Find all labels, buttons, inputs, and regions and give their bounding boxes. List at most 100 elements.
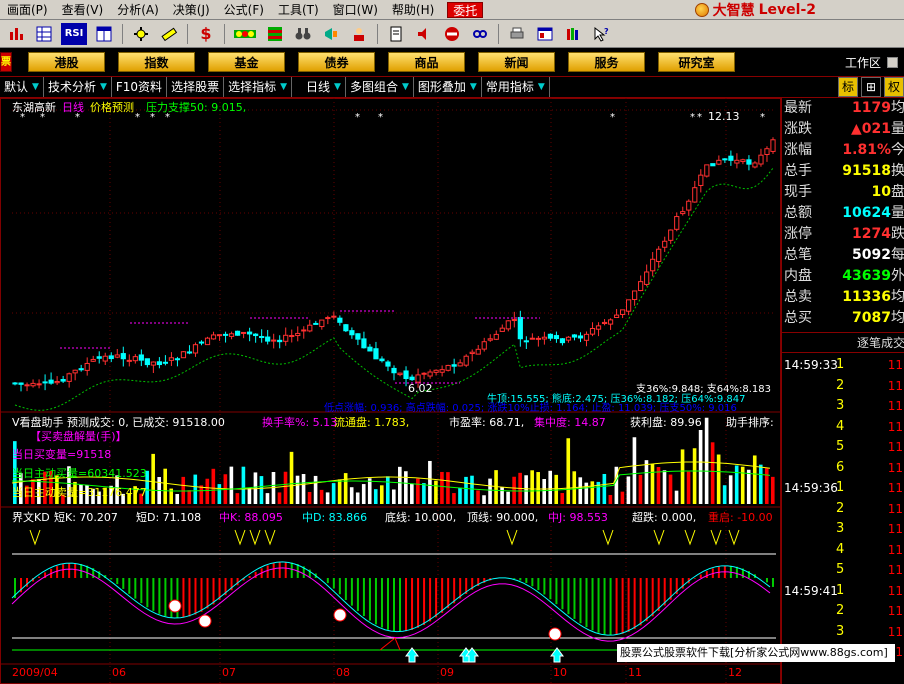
- dropdown-arrow-icon[interactable]: ▼: [538, 77, 545, 97]
- no-entry-icon[interactable]: [441, 23, 463, 45]
- crosshair-icon[interactable]: [130, 23, 152, 45]
- chart-bar-icon[interactable]: [5, 23, 27, 45]
- menu-tools[interactable]: 工具(T): [271, 0, 326, 20]
- kd-bar: [200, 578, 203, 612]
- volume-bar: [458, 487, 462, 504]
- quote-value: 91518: [842, 163, 891, 179]
- market-commodity-button[interactable]: 商品: [388, 52, 465, 72]
- kd-bar: [188, 578, 191, 617]
- dropdown-arrow-icon[interactable]: ▼: [470, 77, 477, 97]
- tab-multi-chart[interactable]: 多图组合 ▼: [346, 77, 414, 97]
- tick-row: 3 11: [782, 518, 904, 540]
- candle-body: [198, 341, 205, 344]
- candle-body: [632, 290, 638, 300]
- active-sell-volume: 当日主动卖量=31176.477: [12, 486, 147, 499]
- table-icon[interactable]: [93, 23, 115, 45]
- tab-technical[interactable]: 技术分析 ▼: [44, 77, 112, 97]
- dollar-icon[interactable]: $: [195, 23, 217, 45]
- coins-icon[interactable]: [232, 23, 258, 45]
- speaker-icon[interactable]: [413, 23, 435, 45]
- ruler-icon[interactable]: [158, 23, 180, 45]
- menu-decision[interactable]: 决策(J): [166, 0, 217, 20]
- candle-body: [668, 229, 674, 241]
- menu-screen[interactable]: 画面(P): [0, 0, 55, 20]
- quote-value: ▲021: [851, 121, 891, 137]
- kd-bar: [645, 578, 648, 622]
- rsi-button[interactable]: RSI: [61, 22, 87, 45]
- workarea-toggle[interactable]: 工作区: [845, 54, 898, 71]
- menu-window[interactable]: 窗口(W): [326, 0, 385, 20]
- tab-daily[interactable]: 日线 ▼: [292, 77, 346, 97]
- tab-common-indicators[interactable]: 常用指标 ▼: [482, 77, 550, 97]
- tick-price: 11: [887, 563, 903, 577]
- candle-body: [234, 330, 241, 336]
- xaxis-label: 11: [628, 666, 642, 679]
- kd-bar: [513, 578, 516, 579]
- tick-price: 11: [887, 481, 903, 495]
- candle-body: [644, 271, 650, 285]
- dropdown-arrow-icon[interactable]: ▼: [32, 77, 39, 97]
- market-hk-button[interactable]: 港股: [28, 52, 105, 72]
- dropdown-arrow-icon[interactable]: ▼: [402, 77, 409, 97]
- kd-mid-k: 中K: 88.095: [219, 511, 283, 524]
- rights-button[interactable]: 权: [884, 77, 904, 97]
- binoculars-icon[interactable]: [292, 23, 314, 45]
- xaxis-label: 06: [112, 666, 126, 679]
- candle-body: [583, 333, 590, 341]
- grid-layout-button[interactable]: ⊞: [861, 77, 881, 97]
- grid-icon[interactable]: [33, 23, 55, 45]
- kd-bar: [555, 578, 558, 605]
- help-pointer-icon[interactable]: ?: [590, 23, 612, 45]
- candle-body: [277, 339, 283, 343]
- window-icon[interactable]: [534, 23, 556, 45]
- market-bond-button[interactable]: 债券: [298, 52, 375, 72]
- megaphone-icon[interactable]: [320, 23, 342, 45]
- person-icon[interactable]: [348, 23, 370, 45]
- menu-view[interactable]: 查看(V): [55, 0, 111, 20]
- kd-bar: [549, 578, 552, 600]
- kd-bar: [374, 578, 377, 625]
- dropdown-arrow-icon[interactable]: ▼: [100, 77, 107, 97]
- quote-aux: 均: [891, 289, 904, 305]
- dropdown-arrow-icon[interactable]: ▼: [334, 77, 341, 97]
- close-icon[interactable]: [887, 56, 898, 68]
- market-research-button[interactable]: 研究室: [658, 52, 735, 72]
- market-index-button[interactable]: 指数: [118, 52, 195, 72]
- printer-icon[interactable]: [506, 23, 528, 45]
- chart-area[interactable]: * * * * * * * * * * * * 东湖高新 日线 价格预测 压力支撑50: 9.015,…: [0, 98, 781, 684]
- menu-formula[interactable]: 公式(F): [217, 0, 271, 20]
- kd-bar: [68, 563, 71, 578]
- kd-v-marker: [653, 529, 665, 546]
- candle-body: [559, 338, 566, 344]
- dropdown-arrow-icon[interactable]: ▼: [280, 77, 287, 97]
- stripes-icon[interactable]: [264, 23, 286, 45]
- quote-aux: 量: [891, 121, 904, 137]
- entrust-button[interactable]: 委托: [447, 1, 484, 18]
- float-shares: 流通盘: 1.783,: [334, 416, 410, 429]
- market-news-button[interactable]: 新闻: [478, 52, 555, 72]
- volume-bar: [283, 471, 288, 504]
- menu-help[interactable]: 帮助(H): [385, 0, 441, 20]
- market-fund-button[interactable]: 基金: [208, 52, 285, 72]
- signal-marker: *: [760, 112, 765, 123]
- market-stock-button[interactable]: 票: [0, 52, 12, 72]
- tick-price: 11: [887, 624, 903, 639]
- mark-button[interactable]: 标: [838, 77, 858, 97]
- menu-analysis[interactable]: 分析(A): [110, 0, 166, 20]
- volume-bar: [692, 448, 697, 504]
- link-icon[interactable]: [469, 23, 491, 45]
- books-icon[interactable]: [562, 23, 584, 45]
- kd-bar: [735, 566, 738, 578]
- candle-body: [517, 317, 523, 340]
- kd-bar: [356, 578, 359, 612]
- market-service-button[interactable]: 服务: [568, 52, 645, 72]
- volume-bar: [656, 467, 661, 504]
- tab-select-indicator[interactable]: 选择指标 ▼: [224, 77, 293, 97]
- document-icon[interactable]: [385, 23, 407, 45]
- candle-body: [758, 154, 764, 165]
- tab-default[interactable]: 默认 ▼: [0, 77, 44, 97]
- tab-select-stock[interactable]: 选择股票: [167, 77, 225, 97]
- tab-overlay[interactable]: 图形叠加 ▼: [414, 77, 482, 97]
- tab-f10[interactable]: F10资料: [112, 77, 168, 97]
- candle-body: [247, 331, 253, 335]
